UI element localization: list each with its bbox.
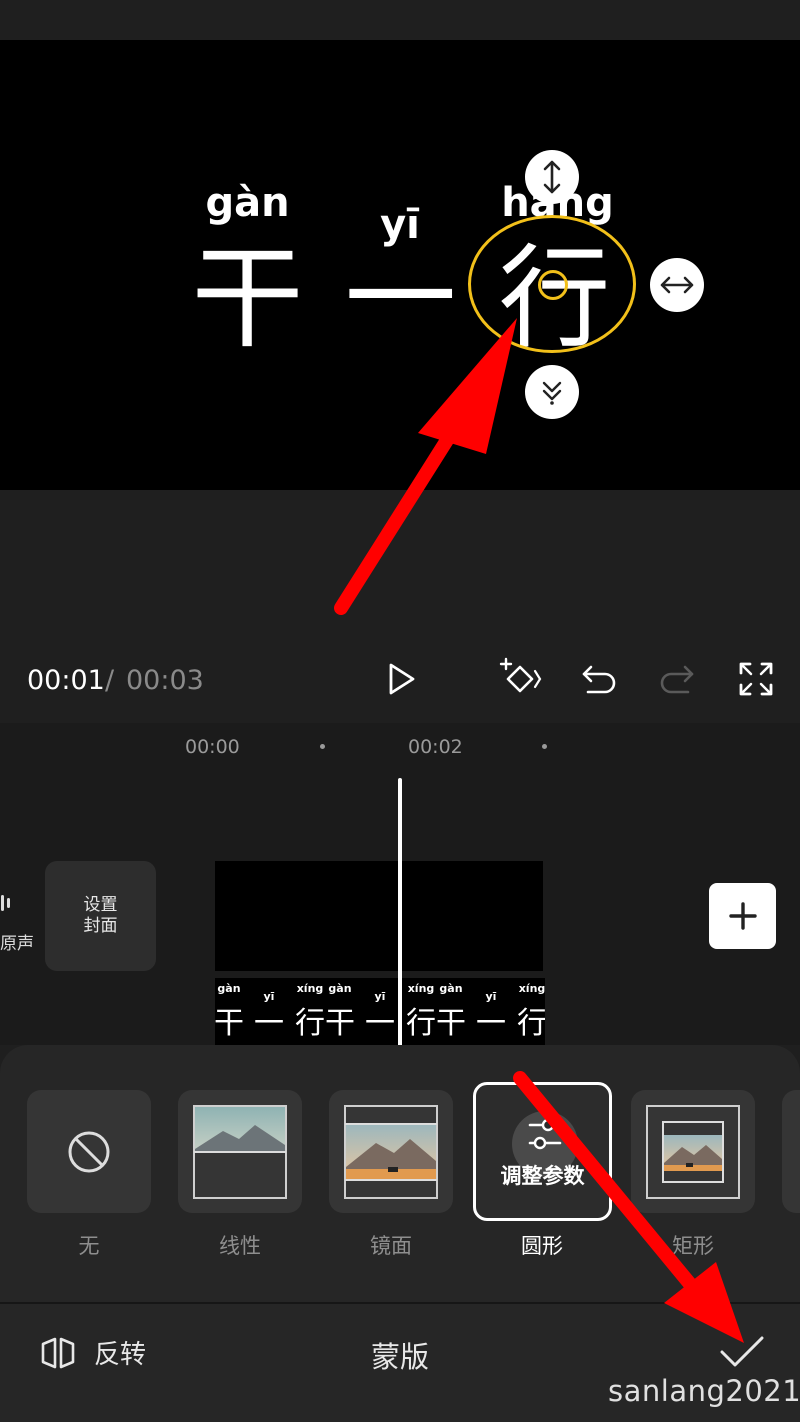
vertical-resize-handle[interactable] <box>525 150 579 204</box>
mask-option-circle[interactable]: 调整参数 <box>473 1082 612 1221</box>
check-icon <box>720 1336 764 1367</box>
fullscreen-button[interactable] <box>734 657 778 701</box>
keyframe-icon <box>499 657 542 693</box>
app-screen: gàn 干 yī 一 háng 行 00:01 / 00:03 <box>0 0 800 1422</box>
status-bar <box>0 0 800 40</box>
thumbnail-frame: gàn 干 yī 一 xíng 行 <box>325 980 437 1044</box>
thumb-pinyin: xíng <box>518 982 545 995</box>
redo-icon <box>660 665 694 694</box>
thumb-hanzi: 行 <box>406 1006 436 1041</box>
mask-option-linear[interactable] <box>178 1090 302 1213</box>
feather-chevrons-icon <box>542 381 562 405</box>
original-audio-label[interactable]: 原声 <box>0 929 34 954</box>
thumb-pinyin: gàn <box>328 982 352 995</box>
ruler-dot <box>542 744 547 749</box>
mask-option-label: 镜面 <box>370 1234 412 1258</box>
thumb-hanzi: 一 <box>476 1006 506 1041</box>
linear-mask-icon <box>193 1104 287 1199</box>
mask-option-label: 无 <box>78 1234 100 1258</box>
hanzi-yi: 一 <box>344 234 457 364</box>
mask-option-label: 矩形 <box>672 1234 714 1258</box>
set-cover-button[interactable]: 设置 封面 <box>45 861 156 971</box>
mask-option-label: 圆形 <box>521 1234 563 1258</box>
cover-label-line1: 设置 <box>83 895 118 915</box>
thumb-pinyin: gàn <box>439 982 463 995</box>
mask-option-rectangle[interactable] <box>631 1090 755 1213</box>
panel-title: 蒙版 <box>370 1340 429 1374</box>
mirror-mask-icon <box>344 1104 438 1199</box>
mask-option-none[interactable] <box>27 1090 151 1213</box>
watermark: sanlang2021 <box>608 1374 800 1408</box>
original-audio-icon[interactable] <box>0 891 14 919</box>
plus-icon <box>728 902 757 930</box>
rectangle-mask-icon <box>646 1104 740 1199</box>
video-clip[interactable] <box>215 861 543 971</box>
thumb-hanzi: 干 <box>436 1006 466 1041</box>
add-keyframe-button[interactable] <box>498 657 542 701</box>
ruler-label: 00:00 <box>185 736 240 758</box>
thumb-hanzi: 一 <box>365 1006 395 1041</box>
current-time: 00:01 <box>27 665 105 696</box>
total-time: 00:03 <box>126 665 204 696</box>
undo-button[interactable] <box>577 657 621 701</box>
hanzi-gan: 干 <box>191 234 304 364</box>
time-separator: / <box>105 665 115 696</box>
timeline[interactable]: 00:00 00:02 原声 设置 封面 gàn 干 yī 一 xíng 行 g… <box>0 723 800 1048</box>
undo-icon <box>582 665 616 694</box>
mask-option-label: 线性 <box>219 1234 261 1258</box>
thumb-pinyin: xíng <box>407 982 435 995</box>
thumbnail-frame: gàn 干 yī 一 xíng 行 <box>436 980 545 1044</box>
playback-controls: 00:01 / 00:03 <box>0 635 800 723</box>
vertical-arrows-icon <box>543 160 561 194</box>
redo-button[interactable] <box>655 657 699 701</box>
feather-handle[interactable] <box>525 365 579 419</box>
horizontal-arrows-icon <box>660 276 694 294</box>
thumb-hanzi: 干 <box>325 1006 355 1041</box>
horizontal-resize-handle[interactable] <box>650 258 704 312</box>
ruler-label: 00:02 <box>408 736 463 758</box>
fullscreen-icon <box>739 662 773 696</box>
thumb-pinyin: gàn <box>217 982 241 995</box>
cover-label-line2: 封面 <box>83 916 118 936</box>
play-icon <box>389 663 415 695</box>
mask-center-handle[interactable] <box>538 270 568 300</box>
mask-option-more[interactable] <box>782 1090 800 1213</box>
add-clip-button[interactable] <box>709 883 776 949</box>
thumb-hanzi: 行 <box>517 1006 545 1041</box>
play-button[interactable] <box>378 657 422 701</box>
thumb-pinyin: xíng <box>296 982 324 995</box>
thumbnail-frame: gàn 干 yī 一 xíng 行 <box>215 980 326 1044</box>
playhead[interactable] <box>398 778 402 1048</box>
preview-padding <box>0 490 800 635</box>
adjust-params-label: 调整参数 <box>500 1164 585 1188</box>
mask-panel: 无 线性 镜面 调整参数 圆形 矩形 反转 蒙版 <box>0 1045 800 1422</box>
confirm-button[interactable] <box>718 1332 766 1376</box>
none-icon <box>68 1131 110 1172</box>
thumb-hanzi: 干 <box>215 1006 244 1041</box>
text-clip-thumbnails[interactable]: gàn 干 yī 一 xíng 行 gàn 干 yī 一 xíng 行 gàn … <box>215 978 545 1045</box>
mask-option-mirror[interactable] <box>329 1090 453 1213</box>
thumb-hanzi: 行 <box>295 1006 325 1041</box>
ruler-dot <box>320 744 325 749</box>
thumb-hanzi: 一 <box>254 1006 284 1041</box>
